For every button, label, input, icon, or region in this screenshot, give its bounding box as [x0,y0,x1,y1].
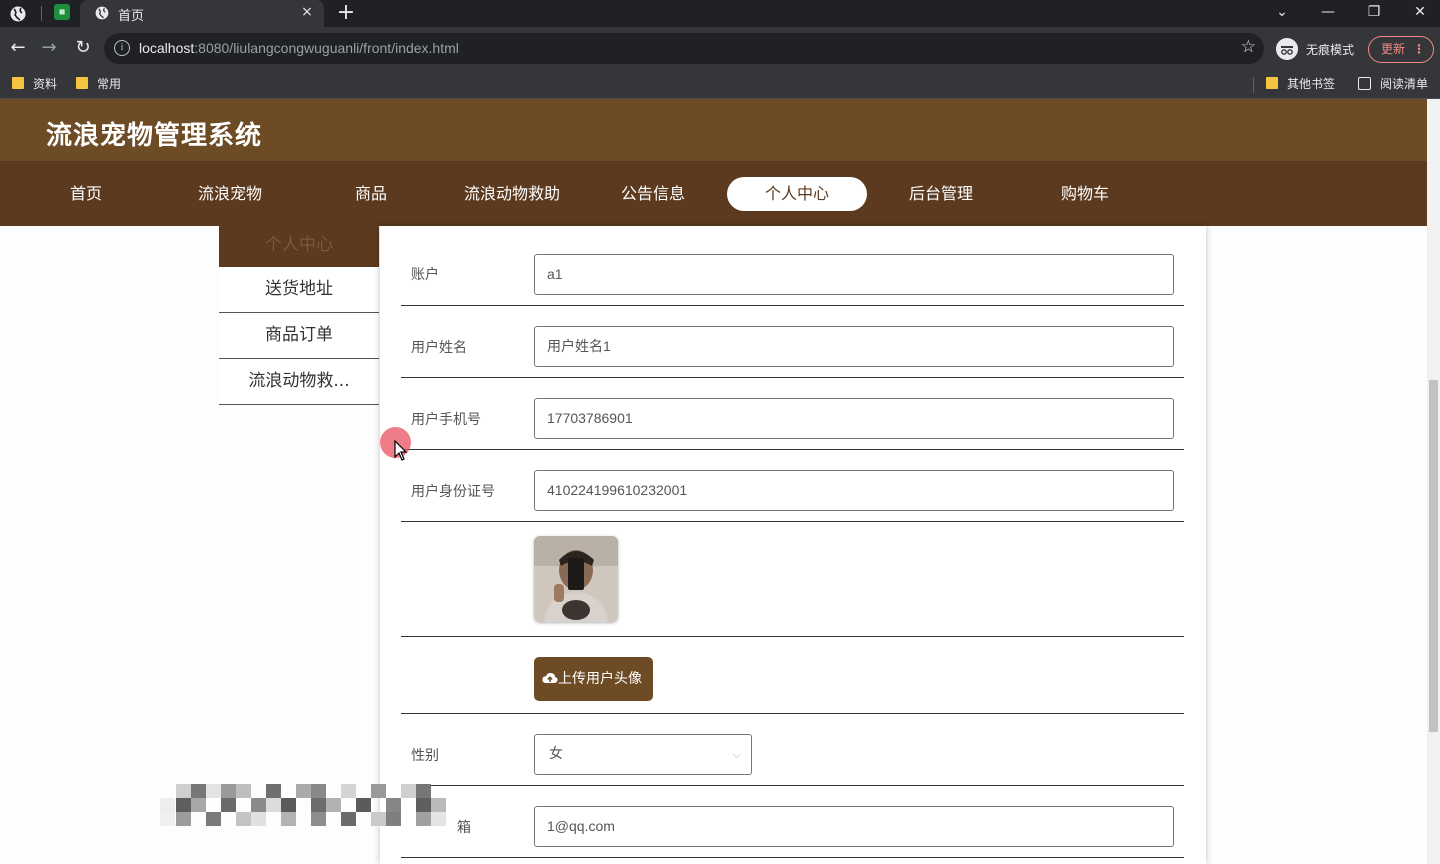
form-row-avatar [401,522,1184,637]
gender-select[interactable]: 女 ⌵ [534,734,752,775]
bookmark-folder-ziliao[interactable]: 资料 [12,75,57,95]
site-title: 流浪宠物管理系统 [46,120,263,150]
idcard-input[interactable]: 410224199610232001 [534,470,1174,511]
nav-stray-pets[interactable]: 流浪宠物 [180,177,280,211]
side-item-orders[interactable]: 商品订单 [219,313,379,359]
side-item-rescue[interactable]: 流浪动物救... [219,359,379,405]
minimize-button[interactable]: — [1305,0,1351,27]
page-scrollbar[interactable] [1427,99,1440,864]
scrollbar-thumb[interactable] [1429,380,1438,732]
update-label: 更新 [1381,42,1406,56]
nav-rescue[interactable]: 流浪动物救助 [452,177,572,211]
main-nav: 首页 流浪宠物 商品 流浪动物救助 公告信息 个人中心 后台管理 购物车 [0,161,1427,226]
site-header: 流浪宠物管理系统 [0,99,1427,161]
nav-admin[interactable]: 后台管理 [891,177,991,211]
info-icon[interactable]: i [114,40,130,56]
url-text[interactable]: localhost:8080/liulangcongwuguanli/front… [139,40,459,56]
account-input[interactable]: a1 [534,254,1174,295]
form-row-name: 用户姓名 用户姓名1 [401,306,1184,378]
mouse-cursor-icon [394,440,408,461]
idcard-label: 用户身份证号 [411,484,495,500]
spreadsheet-tab-icon[interactable]: ▦ [54,4,70,20]
globe-icon[interactable] [8,4,28,24]
star-icon[interactable]: ☆ [1241,37,1256,57]
phone-input[interactable]: 17703786901 [534,398,1174,439]
name-input[interactable]: 用户姓名1 [534,326,1174,367]
tab-search-icon[interactable]: ⌄ [1259,0,1305,27]
avatar-photo [534,536,618,622]
tab-title: 首页 [118,8,145,23]
folder-icon [1266,77,1278,89]
browser-tab-strip: ▦ 首页 × + ⌄ — ❐ ✕ [0,0,1440,27]
gender-label: 性别 [411,748,439,764]
browser-tab-active[interactable]: 首页 × [80,0,324,27]
form-row-email: 箱 1@qq.com [401,786,1184,858]
side-item-personal-center[interactable]: 个人中心 [219,226,379,267]
phone-label: 用户手机号 [411,412,481,428]
upload-avatar-button[interactable]: 上传用户头像 [534,657,653,701]
address-bar[interactable]: i localhost:8080/liulangcongwuguanli/fro… [104,33,1264,64]
restore-button[interactable]: ❐ [1351,0,1397,27]
account-label: 账户 [411,267,439,283]
incognito-icon [1276,38,1298,60]
nav-personal-center[interactable]: 个人中心 [727,177,867,211]
bookmarks-bar: 资料 常用 其他书签 阅读清单 [0,70,1440,99]
update-button[interactable]: 更新 ⋮ [1368,36,1434,63]
reading-list[interactable]: 阅读清单 [1358,75,1428,95]
folder-icon [76,77,88,89]
url-path: :8080/liulangcongwuguanli/front/index.ht… [194,40,459,56]
bookmark-folder-changyong[interactable]: 常用 [76,75,121,95]
chevron-down-icon: ⌵ [732,748,741,761]
reading-list-icon [1358,77,1371,90]
other-bookmarks-label: 其他书签 [1287,77,1336,91]
close-icon[interactable]: × [298,3,316,21]
upload-button-label: 上传用户头像 [558,671,642,687]
globe-icon [95,6,109,20]
tab-separator [41,6,42,21]
form-row-upload: 上传用户头像 [401,637,1184,714]
nav-products[interactable]: 商品 [331,177,411,211]
url-host: localhost [139,40,195,56]
name-label: 用户姓名 [411,340,467,356]
email-label: 箱 [457,820,471,836]
bookmark-label: 常用 [97,77,122,91]
back-arrow-icon[interactable]: ← [7,37,29,59]
nav-announcements[interactable]: 公告信息 [603,177,703,211]
user-avatar [534,536,618,622]
folder-icon [12,77,24,89]
side-menu: 个人中心 送货地址 商品订单 流浪动物救... [219,226,379,405]
form-row-account: 账户 a1 [401,226,1184,306]
incognito-label: 无痕模式 [1306,43,1355,57]
redaction-mosaic [160,784,456,838]
reload-icon[interactable]: ↻ [72,37,94,59]
profile-form-panel: 账户 a1 用户姓名 用户姓名1 用户手机号 17703786901 用户身份证… [380,226,1206,864]
close-window-button[interactable]: ✕ [1397,0,1440,27]
bookmark-separator [1253,77,1254,93]
other-bookmarks[interactable]: 其他书签 [1266,75,1335,95]
email-input[interactable]: 1@qq.com [534,806,1174,847]
cloud-upload-icon [542,672,558,683]
bookmark-label: 资料 [33,77,58,91]
form-row-gender: 性别 女 ⌵ [401,714,1184,786]
side-item-address[interactable]: 送货地址 [219,267,379,313]
forward-arrow-icon[interactable]: → [38,37,60,59]
form-row-phone: 用户手机号 17703786901 [401,378,1184,450]
new-tab-button[interactable]: + [335,1,357,25]
nav-home[interactable]: 首页 [46,177,126,211]
form-row-idcard: 用户身份证号 410224199610232001 [401,450,1184,522]
browser-toolbar: ← → ↻ i localhost:8080/liulangcongwuguan… [0,27,1440,70]
nav-cart[interactable]: 购物车 [1035,177,1135,211]
reading-list-label: 阅读清单 [1380,77,1429,91]
gender-value: 女 [549,746,563,762]
more-menu-icon[interactable]: ⋮ [1413,37,1425,62]
